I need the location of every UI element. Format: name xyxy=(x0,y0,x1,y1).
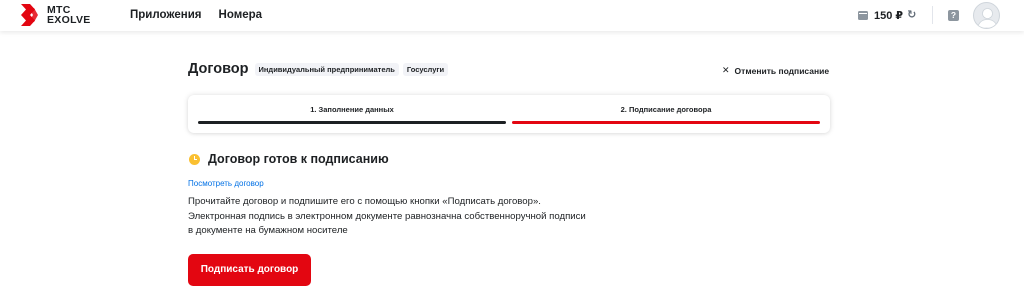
step-sign-contract[interactable]: 2. Подписание договора xyxy=(512,95,820,133)
stepper: 1. Заполнение данных 2. Подписание догов… xyxy=(188,95,830,133)
logo[interactable]: МТС EXOLVE xyxy=(21,4,91,26)
user-icon xyxy=(977,8,998,28)
badge-gosuslugi: Госуслуги xyxy=(402,62,449,76)
close-icon: ✕ xyxy=(722,65,730,75)
mts-logo-icon xyxy=(21,4,38,26)
balance[interactable]: 150 ₽ ↻ xyxy=(858,9,916,22)
logo-text: МТС EXOLVE xyxy=(47,5,91,26)
step-label: 1. Заполнение данных xyxy=(310,105,394,114)
header-divider xyxy=(932,6,933,24)
top-bar: МТС EXOLVE Приложения Номера 150 ₽ ↻ ? xyxy=(0,0,1024,31)
wallet-icon xyxy=(858,11,868,20)
badge-entity-type: Индивидуальный предприниматель xyxy=(254,62,399,76)
cancel-signing-button[interactable]: ✕ Отменить подписание xyxy=(722,65,829,76)
description-line: Прочитайте договор и подпишите его с пом… xyxy=(188,196,541,207)
clock-icon xyxy=(189,153,200,165)
status-title: Договор готов к подписанию xyxy=(208,152,389,166)
status-heading: Договор готов к подписанию xyxy=(189,152,389,166)
help-icon[interactable]: ? xyxy=(948,10,959,21)
nav-item-numbers[interactable]: Номера xyxy=(219,9,263,21)
title-row: Договор Индивидуальный предприниматель Г… xyxy=(188,61,449,77)
view-contract-link[interactable]: Посмотреть договор xyxy=(188,179,264,188)
step-progress-bar xyxy=(512,121,820,124)
step-progress-bar xyxy=(198,121,506,124)
step-fill-data[interactable]: 1. Заполнение данных xyxy=(198,95,506,133)
signing-description: Прочитайте договор и подпишите его с пом… xyxy=(188,195,628,239)
main-nav: Приложения Номера xyxy=(130,9,262,21)
step-label: 2. Подписание договора xyxy=(620,105,712,114)
refresh-icon[interactable]: ↻ xyxy=(907,10,916,21)
nav-item-apps[interactable]: Приложения xyxy=(130,9,202,21)
sign-contract-button[interactable]: Подписать договор xyxy=(188,254,311,286)
cancel-signing-label: Отменить подписание xyxy=(734,65,830,76)
balance-amount: 150 ₽ xyxy=(874,10,904,22)
description-line: Электронная подпись в электронном докуме… xyxy=(188,210,586,222)
page-title: Договор xyxy=(188,61,249,77)
avatar[interactable] xyxy=(973,2,1000,29)
logo-line-2: EXOLVE xyxy=(47,14,91,26)
description-line: в документе на бумажном носителе xyxy=(188,225,348,236)
